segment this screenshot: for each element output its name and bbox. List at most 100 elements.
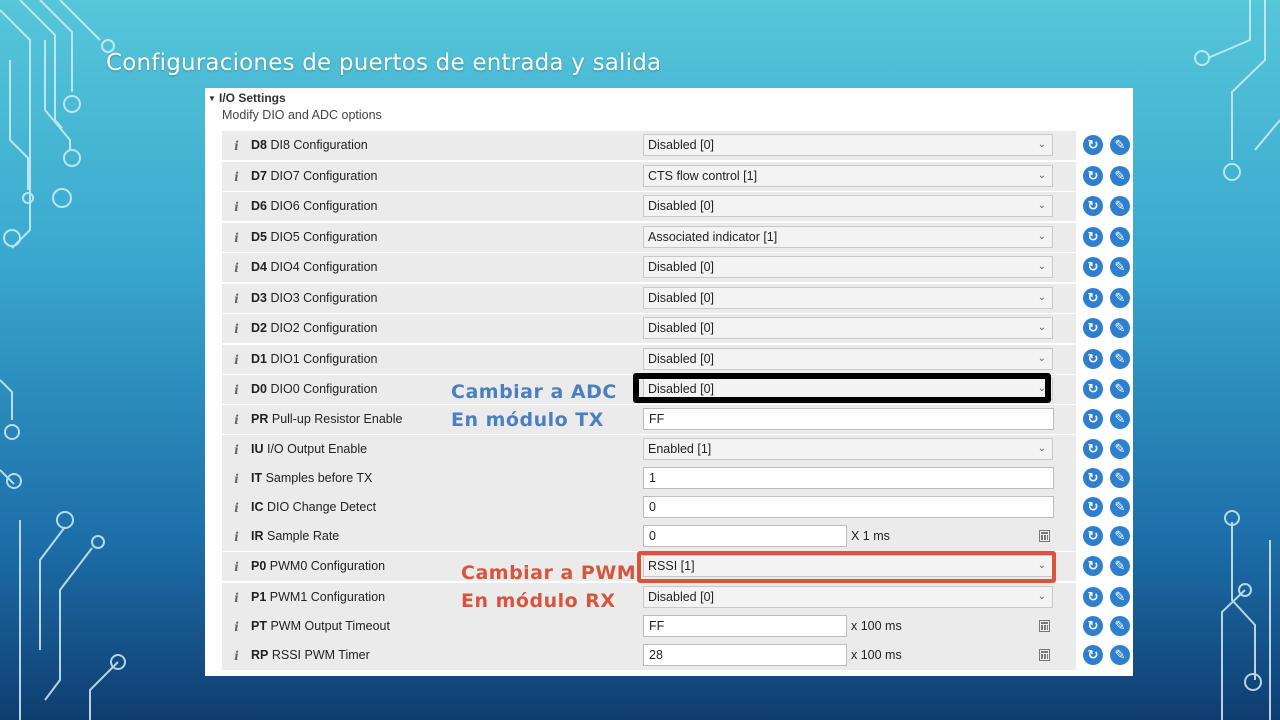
refresh-icon[interactable]: ↻: [1083, 497, 1103, 517]
refresh-icon[interactable]: ↻: [1083, 587, 1103, 607]
chevron-down-icon[interactable]: ⌄: [1038, 227, 1046, 247]
info-icon[interactable]: i: [229, 412, 244, 427]
setting-select[interactable]: Disabled [0] ⌄: [643, 348, 1053, 370]
chevron-down-icon[interactable]: ⌄: [1038, 318, 1046, 338]
refresh-icon[interactable]: ↻: [1083, 439, 1103, 459]
pencil-icon[interactable]: ✎: [1110, 166, 1130, 186]
info-icon[interactable]: i: [229, 169, 244, 184]
pencil-icon[interactable]: ✎: [1110, 257, 1130, 277]
pencil-icon[interactable]: ✎: [1110, 556, 1130, 576]
calculator-icon[interactable]: [1039, 530, 1050, 542]
info-icon[interactable]: i: [229, 260, 244, 275]
setting-code: D1: [251, 352, 267, 366]
refresh-icon[interactable]: ↻: [1083, 556, 1103, 576]
pencil-icon[interactable]: ✎: [1110, 468, 1130, 488]
setting-input[interactable]: 1: [643, 467, 1054, 489]
chevron-down-icon[interactable]: ⌄: [1038, 439, 1046, 459]
chevron-down-icon[interactable]: ⌄: [1038, 135, 1046, 155]
pencil-icon[interactable]: ✎: [1110, 318, 1130, 338]
calculator-icon[interactable]: [1039, 649, 1050, 661]
pencil-icon[interactable]: ✎: [1110, 288, 1130, 308]
refresh-icon[interactable]: ↻: [1083, 166, 1103, 186]
setting-name: DIO4 Configuration: [270, 260, 378, 274]
chevron-down-icon[interactable]: ⌄: [1038, 166, 1046, 186]
info-icon[interactable]: i: [229, 291, 244, 306]
refresh-icon[interactable]: ↻: [1083, 349, 1103, 369]
setting-label: P0 PWM0 Configuration: [251, 559, 385, 573]
chevron-down-icon[interactable]: ⌄: [1038, 196, 1046, 216]
refresh-icon[interactable]: ↻: [1083, 318, 1103, 338]
refresh-icon[interactable]: ↻: [1083, 468, 1103, 488]
pencil-icon[interactable]: ✎: [1110, 227, 1130, 247]
setting-label: PR Pull-up Resistor Enable: [251, 412, 402, 426]
setting-select[interactable]: Disabled [0] ⌄: [643, 134, 1053, 156]
collapse-arrow-icon[interactable]: ▼: [205, 94, 219, 103]
refresh-icon[interactable]: ↻: [1083, 526, 1103, 546]
chevron-down-icon[interactable]: ⌄: [1038, 587, 1046, 607]
setting-select[interactable]: CTS flow control [1] ⌄: [643, 165, 1053, 187]
setting-select[interactable]: Disabled [0] ⌄: [643, 287, 1053, 309]
chevron-down-icon[interactable]: ⌄: [1038, 288, 1046, 308]
refresh-icon[interactable]: ↻: [1083, 645, 1103, 665]
info-icon[interactable]: i: [229, 321, 244, 336]
info-icon[interactable]: i: [229, 442, 244, 457]
pencil-icon[interactable]: ✎: [1110, 587, 1130, 607]
setting-select[interactable]: Associated indicator [1] ⌄: [643, 226, 1053, 248]
setting-code: IT: [251, 471, 263, 485]
setting-select[interactable]: Disabled [0] ⌄: [643, 256, 1053, 278]
chevron-down-icon[interactable]: ⌄: [1038, 257, 1046, 277]
setting-select[interactable]: Enabled [1] ⌄: [643, 438, 1053, 460]
setting-code: P0: [251, 559, 267, 573]
setting-label: D0 DIO0 Configuration: [251, 382, 377, 396]
info-icon[interactable]: i: [229, 471, 244, 486]
refresh-icon[interactable]: ↻: [1083, 288, 1103, 308]
refresh-icon[interactable]: ↻: [1083, 616, 1103, 636]
info-icon[interactable]: i: [229, 230, 244, 245]
setting-label: P1 PWM1 Configuration: [251, 590, 385, 604]
pencil-icon[interactable]: ✎: [1110, 409, 1130, 429]
refresh-icon[interactable]: ↻: [1083, 196, 1103, 216]
pencil-icon[interactable]: ✎: [1110, 526, 1130, 546]
info-icon[interactable]: i: [229, 382, 244, 397]
setting-select[interactable]: Disabled [0] ⌄: [643, 195, 1053, 217]
pencil-icon[interactable]: ✎: [1110, 379, 1130, 399]
refresh-icon[interactable]: ↻: [1083, 257, 1103, 277]
chevron-down-icon[interactable]: ⌄: [1038, 349, 1046, 369]
pencil-icon[interactable]: ✎: [1110, 196, 1130, 216]
panel-subtitle: Modify DIO and ADC options: [222, 108, 382, 122]
setting-name: PWM0 Configuration: [269, 559, 386, 573]
info-icon[interactable]: i: [229, 138, 244, 153]
setting-code: D8: [251, 138, 267, 152]
refresh-icon[interactable]: ↻: [1083, 227, 1103, 247]
pencil-icon[interactable]: ✎: [1110, 439, 1130, 459]
setting-select[interactable]: Disabled [0] ⌄: [643, 586, 1053, 608]
setting-select[interactable]: Disabled [0] ⌄: [643, 317, 1053, 339]
info-icon[interactable]: i: [229, 648, 244, 663]
setting-label: IC DIO Change Detect: [251, 500, 376, 514]
setting-label: D7 DIO7 Configuration: [251, 169, 377, 183]
setting-input[interactable]: 0: [643, 496, 1054, 518]
setting-input[interactable]: 28: [643, 644, 847, 666]
panel-header[interactable]: ▼ I/O Settings: [205, 90, 286, 106]
info-icon[interactable]: i: [229, 559, 244, 574]
pencil-icon[interactable]: ✎: [1110, 497, 1130, 517]
setting-name: DIO2 Configuration: [270, 321, 378, 335]
setting-code: D0: [251, 382, 267, 396]
refresh-icon[interactable]: ↻: [1083, 135, 1103, 155]
pencil-icon[interactable]: ✎: [1110, 135, 1130, 155]
info-icon[interactable]: i: [229, 199, 244, 214]
calculator-icon[interactable]: [1039, 620, 1050, 632]
info-icon[interactable]: i: [229, 590, 244, 605]
info-icon[interactable]: i: [229, 352, 244, 367]
setting-input[interactable]: FF: [643, 615, 847, 637]
pencil-icon[interactable]: ✎: [1110, 349, 1130, 369]
setting-input[interactable]: 0: [643, 525, 847, 547]
setting-input[interactable]: FF: [643, 408, 1054, 430]
refresh-icon[interactable]: ↻: [1083, 379, 1103, 399]
pencil-icon[interactable]: ✎: [1110, 645, 1130, 665]
info-icon[interactable]: i: [229, 500, 244, 515]
refresh-icon[interactable]: ↻: [1083, 409, 1103, 429]
info-icon[interactable]: i: [229, 619, 244, 634]
info-icon[interactable]: i: [229, 529, 244, 544]
pencil-icon[interactable]: ✎: [1110, 616, 1130, 636]
